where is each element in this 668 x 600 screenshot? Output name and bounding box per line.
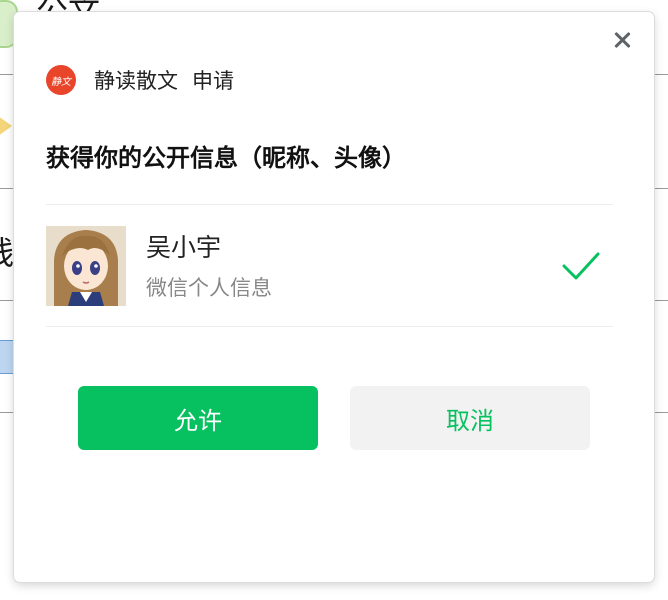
checkmark-icon [562, 252, 600, 280]
app-header: 静文 静读散文 申请 [46, 64, 234, 96]
divider [46, 204, 613, 205]
background-arrow [0, 113, 12, 139]
divider [46, 326, 613, 327]
background-text: 线 [0, 228, 14, 274]
authorization-dialog: 静文 静读散文 申请 获得你的公开信息（昵称、头像） 吴小宇 微信个人信息 允许… [14, 12, 654, 582]
app-name: 静读散文 [94, 69, 178, 93]
dialog-title: 获得你的公开信息（昵称、头像） [46, 144, 406, 172]
user-info-option[interactable]: 吴小宇 微信个人信息 [46, 226, 613, 306]
app-logo: 静文 [46, 65, 76, 95]
user-info-source: 微信个人信息 [146, 276, 272, 300]
app-action-label: 申请 [192, 69, 234, 93]
avatar [46, 226, 126, 306]
close-icon[interactable] [610, 28, 634, 52]
user-nickname: 吴小宇 [146, 233, 222, 262]
cancel-button[interactable]: 取消 [350, 386, 590, 450]
allow-button[interactable]: 允许 [78, 386, 318, 450]
